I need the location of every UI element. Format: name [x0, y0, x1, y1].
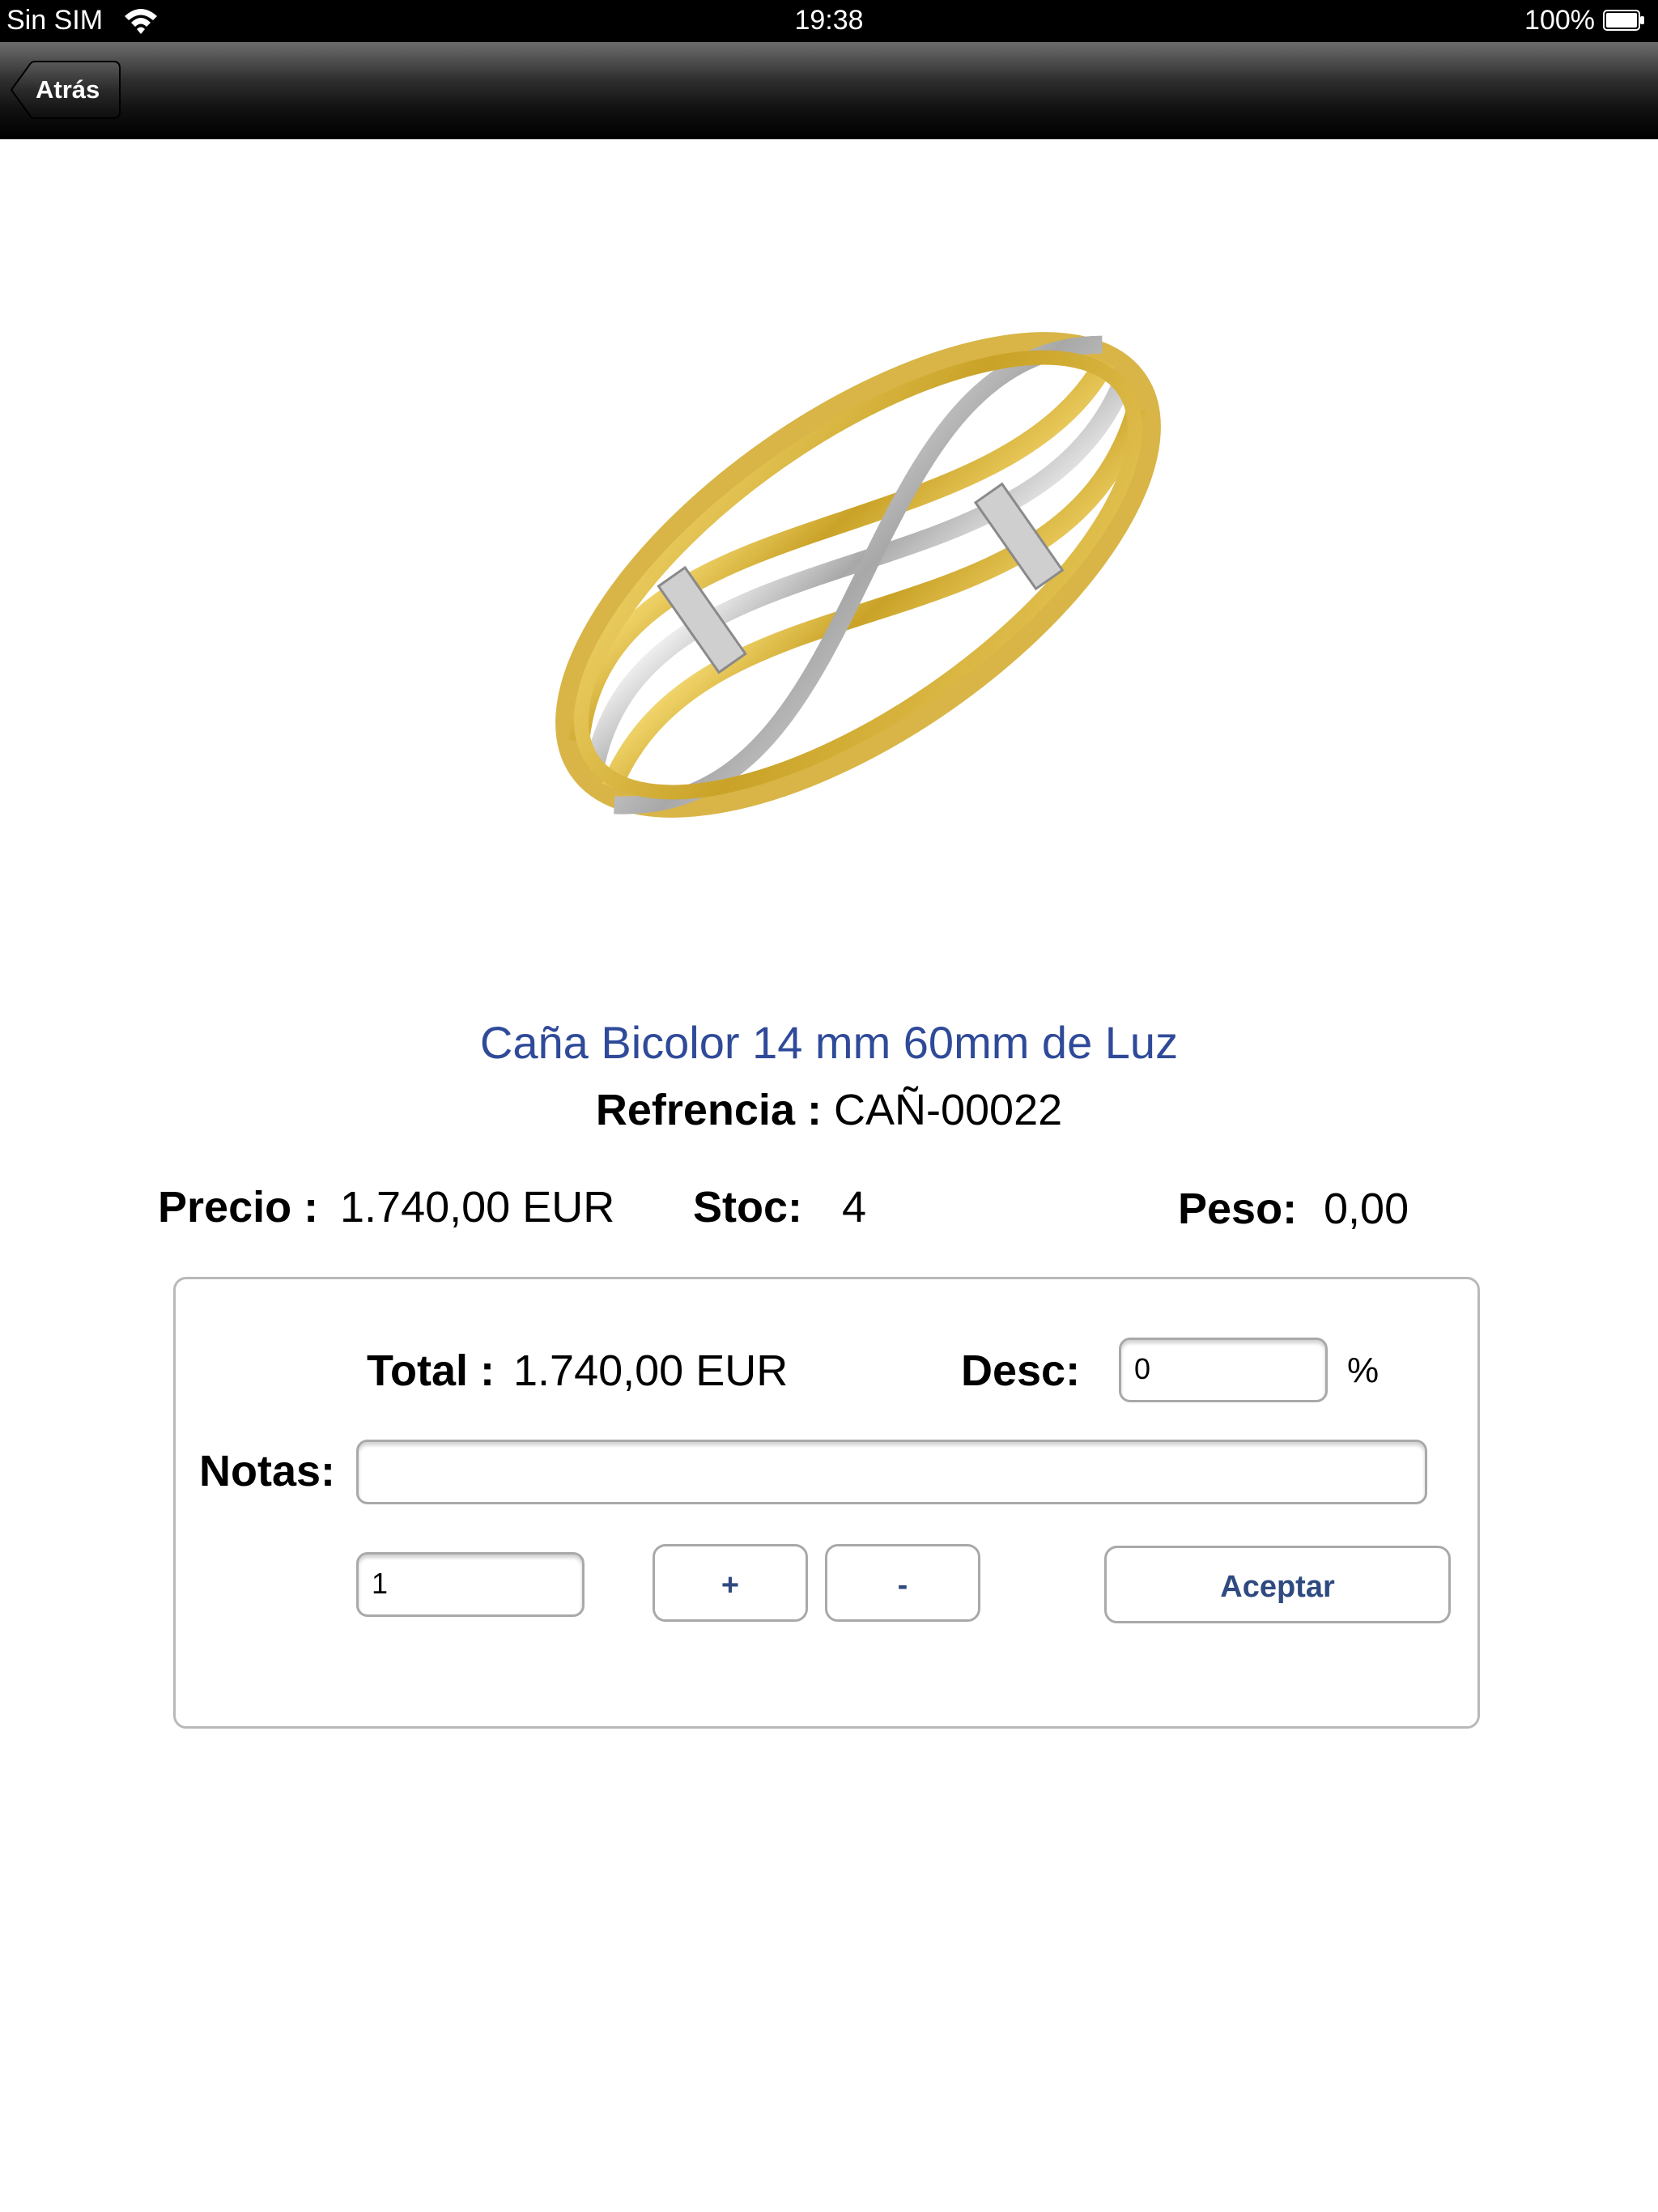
battery-icon: [1603, 10, 1644, 31]
back-button-label: Atrás: [36, 75, 100, 104]
total-label: Total :: [367, 1346, 495, 1395]
price-label: Precio :: [158, 1183, 319, 1231]
notes-input[interactable]: [356, 1440, 1427, 1504]
discount-label: Desc:: [961, 1346, 1081, 1395]
percent-symbol: %: [1347, 1351, 1380, 1390]
weight-label: Peso:: [1178, 1185, 1298, 1233]
price-value: 1.740,00 EUR: [340, 1183, 615, 1231]
total-value: 1.740,00 EUR: [513, 1346, 789, 1395]
quantity-input[interactable]: 1: [356, 1552, 585, 1617]
reference-row: Refrencia : CAÑ-00022: [0, 1085, 1658, 1135]
notes-label: Notas:: [199, 1447, 336, 1495]
increment-button[interactable]: +: [653, 1544, 808, 1622]
discount-input[interactable]: 0: [1119, 1338, 1328, 1402]
status-bar: Sin SIM 19:38 100%: [0, 0, 1658, 42]
stock-value: 4: [842, 1183, 867, 1231]
navigation-bar: Atrás: [0, 42, 1658, 139]
battery-percent: 100%: [1524, 5, 1595, 36]
back-button[interactable]: Atrás: [10, 60, 121, 120]
product-ring-image: [555, 332, 1161, 818]
decrement-button[interactable]: -: [825, 1544, 980, 1622]
stock-label: Stoc:: [693, 1183, 802, 1231]
reference-label: Refrencia :: [595, 1086, 822, 1134]
accept-button[interactable]: Aceptar: [1104, 1546, 1451, 1623]
clock: 19:38: [794, 5, 864, 36]
weight-value: 0,00: [1324, 1185, 1409, 1233]
reference-value: CAÑ-00022: [833, 1086, 1063, 1134]
product-title: Caña Bicolor 14 mm 60mm de Luz: [479, 1017, 1179, 1068]
